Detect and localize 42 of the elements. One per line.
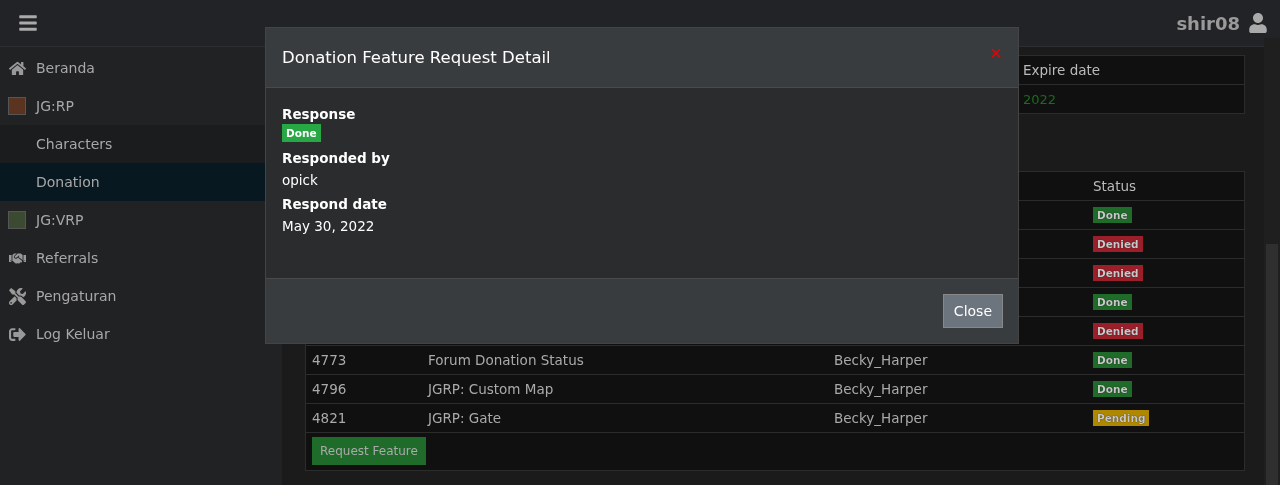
table-cell-text: 4773 [312,352,348,368]
table-cell-text: JGRP: Custom Map [428,381,555,397]
field-label: Response [282,106,357,122]
table-cell-text: Becky_Harper [834,410,929,426]
status-badge: Done [1093,294,1132,310]
status-badge: Pending [1093,410,1150,426]
table-cell-text: JGRP: Gate [428,410,503,426]
dialog-title: Donation Feature Request Detail [282,48,551,67]
status-badge: Done [282,124,321,142]
table-cell-text: 4821 [312,410,348,426]
user-icon[interactable] [1248,13,1268,33]
field-value: May 30, 2022 [282,218,376,234]
status-badge: Done [1093,207,1132,223]
sidebar-item[interactable]: Log Keluar [0,315,282,353]
sidebar-item[interactable]: Referrals [0,239,282,277]
sidebar-item[interactable]: JG:RP [0,87,282,125]
status-badge: Done [1093,381,1132,397]
status-badge: Denied [1093,323,1143,339]
home-icon [8,59,26,77]
field-label: Respond date [282,196,388,212]
column-header: Expire date [1023,62,1102,78]
sign-out-icon [8,325,26,343]
sidebar-item[interactable]: Beranda [0,49,282,87]
close-button[interactable]: Close [942,294,1003,328]
field-label: Responded by [282,150,391,166]
expire-date: 2022 [1023,91,1058,107]
sidebar-item[interactable]: Pengaturan [0,277,282,315]
game-logo-icon [8,97,26,115]
menu-icon[interactable] [18,13,38,33]
status-badge: Done [1093,352,1132,368]
table-cell-text: Forum Donation Status [428,352,585,368]
username[interactable]: shir08 [1176,12,1240,34]
table-cell-text: Becky_Harper [834,381,929,397]
sidebar-item[interactable]: JG:VRP [0,201,282,239]
table-cell-text: 4796 [312,381,348,397]
game-logo-icon [8,211,26,229]
status-badge: Denied [1093,236,1143,252]
status-badge: Denied [1093,265,1143,281]
column-header: Status [1093,178,1138,194]
field-value: opick [282,172,319,188]
table-cell-text: Becky_Harper [834,352,929,368]
tools-icon [8,287,26,305]
